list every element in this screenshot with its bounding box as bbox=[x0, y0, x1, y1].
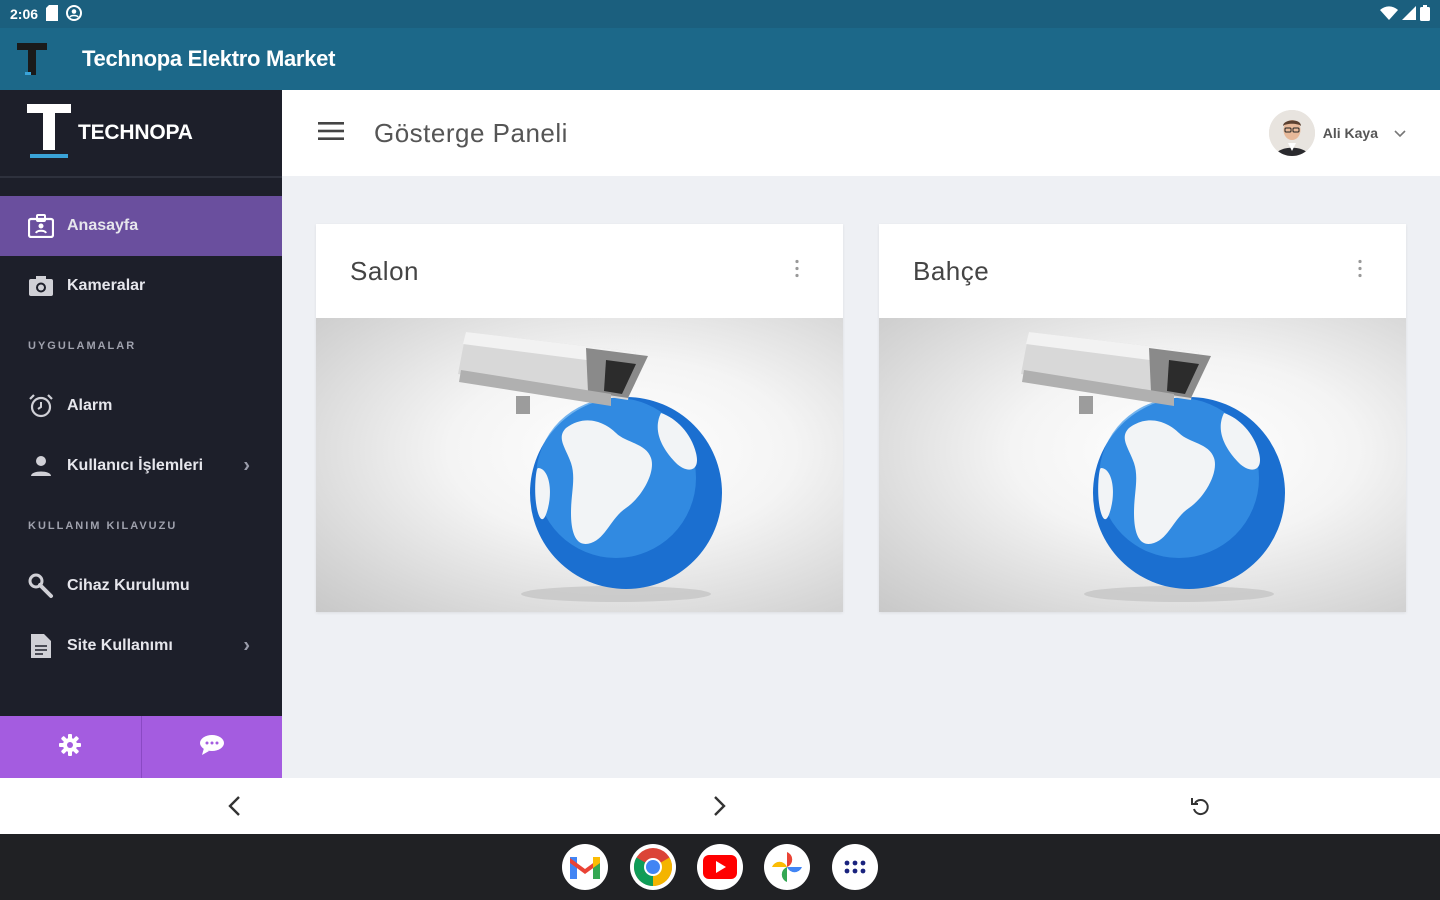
battery-icon bbox=[1420, 4, 1430, 24]
gmail-icon[interactable] bbox=[562, 844, 608, 890]
app-title: Technopa Elektro Market bbox=[82, 46, 336, 71]
dashboard-icon bbox=[28, 213, 54, 239]
alarm-icon bbox=[28, 393, 54, 419]
avatar bbox=[1268, 110, 1315, 156]
status-bar: 2:06 bbox=[0, 0, 1440, 28]
user-icon bbox=[28, 453, 54, 479]
sidebar-item-alarm[interactable]: Alarm bbox=[0, 376, 282, 436]
card-title: Salon bbox=[350, 255, 419, 286]
sidebar-item-kullanici-islemleri[interactable]: Kullanıcı İşlemleri › bbox=[0, 436, 282, 496]
sidebar-footer bbox=[0, 716, 282, 778]
settings-icon bbox=[58, 733, 82, 762]
section-uygulamalar: UYGULAMALAR bbox=[28, 340, 137, 352]
status-time: 2:06 bbox=[10, 6, 39, 22]
sidebar-item-label: Kameralar bbox=[67, 277, 146, 294]
sidebar-item-label: Alarm bbox=[67, 397, 113, 414]
camera-icon bbox=[28, 273, 54, 299]
sidebar-item-label: Kullanıcı İşlemleri bbox=[67, 457, 204, 474]
taskbar-dock bbox=[0, 834, 1440, 900]
sidebar-item-site-kullanimi[interactable]: Site Kullanımı › bbox=[0, 616, 282, 676]
chevron-right-icon: › bbox=[243, 454, 250, 477]
wrench-icon bbox=[28, 573, 54, 599]
sidebar: TECHNOPA Anasayfa Kameralar UYGULAMALAR … bbox=[0, 90, 282, 778]
document-icon bbox=[28, 633, 54, 659]
card-header: Salon bbox=[316, 224, 843, 318]
app-drawer-icon[interactable] bbox=[832, 844, 878, 890]
sidebar-item-cihaz-kurulumu[interactable]: Cihaz Kurulumu bbox=[0, 556, 282, 616]
sidebar-item-label: Anasayfa bbox=[67, 217, 139, 234]
sidebar-brand[interactable]: TECHNOPA bbox=[0, 90, 282, 178]
signal-icon bbox=[1402, 5, 1416, 23]
camera-cards: Salon Bahçe bbox=[316, 224, 1406, 612]
sim-card-icon bbox=[46, 4, 59, 24]
main-content: Gösterge Paneli Ali Kaya Salon Bahçe bbox=[282, 90, 1440, 868]
technopa-logo-icon bbox=[26, 102, 72, 165]
account-icon bbox=[66, 4, 83, 24]
youtube-icon[interactable] bbox=[697, 844, 743, 890]
camera-card-salon[interactable]: Salon bbox=[316, 224, 843, 612]
card-header: Bahçe bbox=[879, 224, 1406, 318]
photos-icon[interactable] bbox=[764, 844, 810, 890]
more-vert-icon[interactable] bbox=[795, 259, 799, 283]
user-menu[interactable]: Ali Kaya bbox=[1268, 110, 1406, 156]
top-bar: Gösterge Paneli Ali Kaya bbox=[282, 90, 1440, 176]
sidebar-item-anasayfa[interactable]: Anasayfa bbox=[0, 196, 282, 256]
settings-button[interactable] bbox=[0, 716, 141, 778]
camera-preview-image[interactable] bbox=[879, 318, 1406, 612]
wifi-icon bbox=[1380, 5, 1398, 23]
chevron-right-icon: › bbox=[243, 634, 250, 657]
chrome-icon[interactable] bbox=[630, 844, 676, 890]
back-icon[interactable] bbox=[220, 792, 248, 820]
section-kullanim-kilavuzu: KULLANIM KILAVUZU bbox=[28, 520, 178, 532]
user-name: Ali Kaya bbox=[1322, 125, 1378, 141]
sidebar-item-label: Site Kullanımı bbox=[67, 637, 173, 654]
card-title: Bahçe bbox=[913, 255, 990, 286]
page-title: Gösterge Paneli bbox=[374, 117, 568, 148]
reload-icon[interactable] bbox=[1186, 792, 1214, 820]
camera-card-bahce[interactable]: Bahçe bbox=[879, 224, 1406, 612]
app-logo bbox=[0, 28, 64, 90]
chevron-down-icon bbox=[1394, 126, 1406, 141]
browser-navigation bbox=[0, 778, 1440, 834]
app-bar: Technopa Elektro Market bbox=[0, 28, 1440, 90]
sidebar-item-kameralar[interactable]: Kameralar bbox=[0, 256, 282, 316]
more-vert-icon[interactable] bbox=[1358, 259, 1362, 283]
forward-icon[interactable] bbox=[706, 792, 734, 820]
camera-preview-image[interactable] bbox=[316, 318, 843, 612]
chat-icon bbox=[199, 734, 225, 761]
chat-button[interactable] bbox=[140, 716, 283, 778]
sidebar-item-label: Cihaz Kurulumu bbox=[67, 577, 190, 594]
brand-name: TECHNOPA bbox=[78, 121, 193, 144]
menu-icon[interactable] bbox=[318, 121, 344, 146]
